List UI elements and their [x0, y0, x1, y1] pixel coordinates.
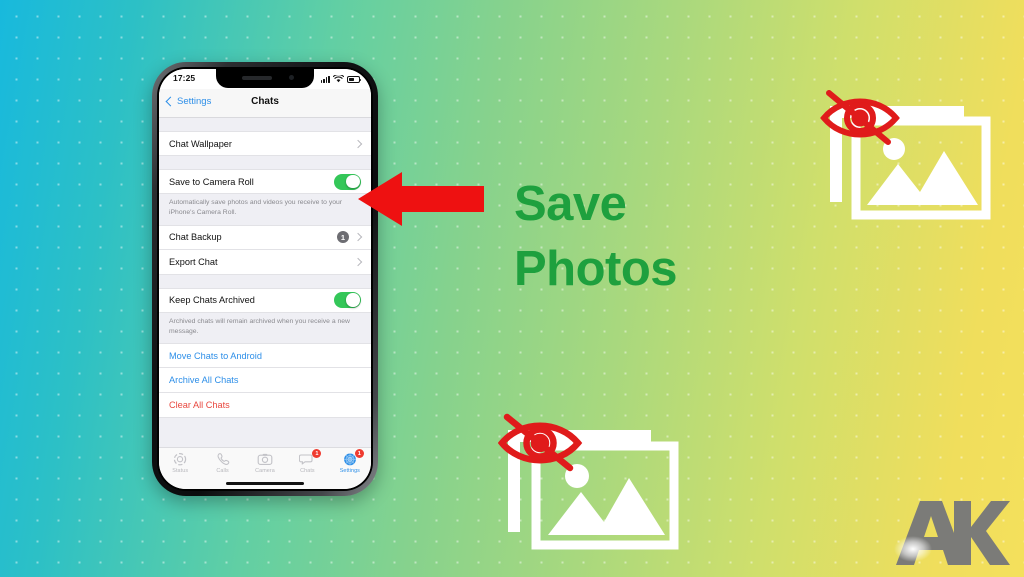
chat-backup-badge: 1	[337, 231, 349, 244]
section-gap	[159, 274, 371, 288]
poster-canvas: 17:25 Settings Chats Chat Wallpaper Save…	[0, 0, 1024, 577]
status-bar-time: 17:25	[173, 73, 196, 83]
chevron-right-icon	[353, 139, 363, 148]
phone-screen: 17:25 Settings Chats Chat Wallpaper Save…	[159, 69, 371, 489]
earpiece-speaker	[242, 76, 272, 80]
page-title: Chats	[251, 96, 279, 107]
tab-label: Camera	[255, 468, 275, 474]
row-label: Save to Camera Roll	[169, 176, 254, 187]
save-to-camera-roll-footer: Automatically save photos and videos you…	[159, 194, 371, 225]
chats-tab-badge: 1	[312, 449, 322, 458]
row-chat-backup[interactable]: Chat Backup 1	[159, 224, 371, 250]
cellular-signal-icon	[320, 75, 330, 83]
chevron-right-icon	[353, 257, 363, 266]
tab-settings[interactable]: 1 Settings	[329, 449, 371, 474]
save-to-camera-roll-toggle[interactable]	[334, 173, 361, 190]
tab-camera[interactable]: Camera	[244, 452, 286, 474]
row-clear-all-chats[interactable]: Clear All Chats	[159, 393, 371, 419]
headline: Save Photos	[514, 172, 678, 301]
hidden-photos-icon-top	[820, 90, 991, 220]
phone-icon	[215, 452, 231, 467]
tab-label: Calls	[216, 468, 229, 474]
toggle-knob	[346, 293, 360, 307]
settings-tab-badge: 1	[354, 449, 364, 458]
hidden-photos-icon-bottom	[498, 413, 679, 550]
keep-chats-archived-footer: Archived chats will remain archived when…	[159, 312, 371, 344]
status-ring-icon	[172, 452, 188, 467]
section-gap	[159, 118, 371, 131]
row-label: Archive All Chats	[169, 375, 239, 386]
settings-list[interactable]: Chat Wallpaper Save to Camera Roll Autom…	[159, 118, 371, 448]
wifi-icon	[333, 74, 344, 82]
headline-line-2: Photos	[514, 241, 678, 296]
row-archive-all-chats[interactable]: Archive All Chats	[159, 368, 371, 394]
phone-bezel: 17:25 Settings Chats Chat Wallpaper Save…	[157, 67, 373, 491]
red-left-arrow	[358, 172, 484, 226]
row-label: Move Chats to Android	[169, 350, 262, 361]
navigation-bar: Settings Chats	[159, 89, 371, 118]
row-label: Chat Backup	[169, 232, 222, 243]
ak-logo	[894, 501, 1010, 565]
tab-label: Chats	[300, 468, 315, 474]
gear-icon: 1	[342, 449, 364, 467]
row-export-chat[interactable]: Export Chat	[159, 249, 371, 275]
tab-label: Status	[172, 468, 189, 474]
camera-icon	[257, 452, 273, 467]
row-save-to-camera-roll[interactable]: Save to Camera Roll	[159, 169, 371, 194]
row-label: Export Chat	[169, 256, 218, 267]
home-indicator	[226, 481, 304, 485]
row-label: Keep Chats Archived	[169, 295, 255, 306]
status-bar-indicators	[320, 74, 362, 83]
iphone-mockup: 17:25 Settings Chats Chat Wallpaper Save…	[152, 62, 378, 496]
battery-icon	[347, 75, 362, 83]
row-keep-chats-archived[interactable]: Keep Chats Archived	[159, 287, 371, 313]
headline-line-1: Save	[514, 177, 627, 231]
tab-label: Settings	[339, 468, 360, 474]
keep-chats-archived-toggle[interactable]	[334, 292, 361, 309]
phone-notch	[216, 69, 314, 88]
tab-status[interactable]: Status	[159, 452, 201, 474]
row-label: Chat Wallpaper	[169, 138, 232, 149]
row-move-chats-to-android[interactable]: Move Chats to Android	[159, 343, 371, 369]
tab-chats[interactable]: 1 Chats	[286, 449, 328, 474]
section-gap	[159, 156, 371, 169]
tab-calls[interactable]: Calls	[201, 452, 243, 474]
chat-bubble-icon: 1	[299, 449, 322, 467]
front-camera	[289, 75, 294, 80]
row-chat-wallpaper[interactable]: Chat Wallpaper	[159, 131, 371, 156]
chevron-right-icon	[353, 232, 363, 242]
row-label: Clear All Chats	[169, 400, 230, 411]
